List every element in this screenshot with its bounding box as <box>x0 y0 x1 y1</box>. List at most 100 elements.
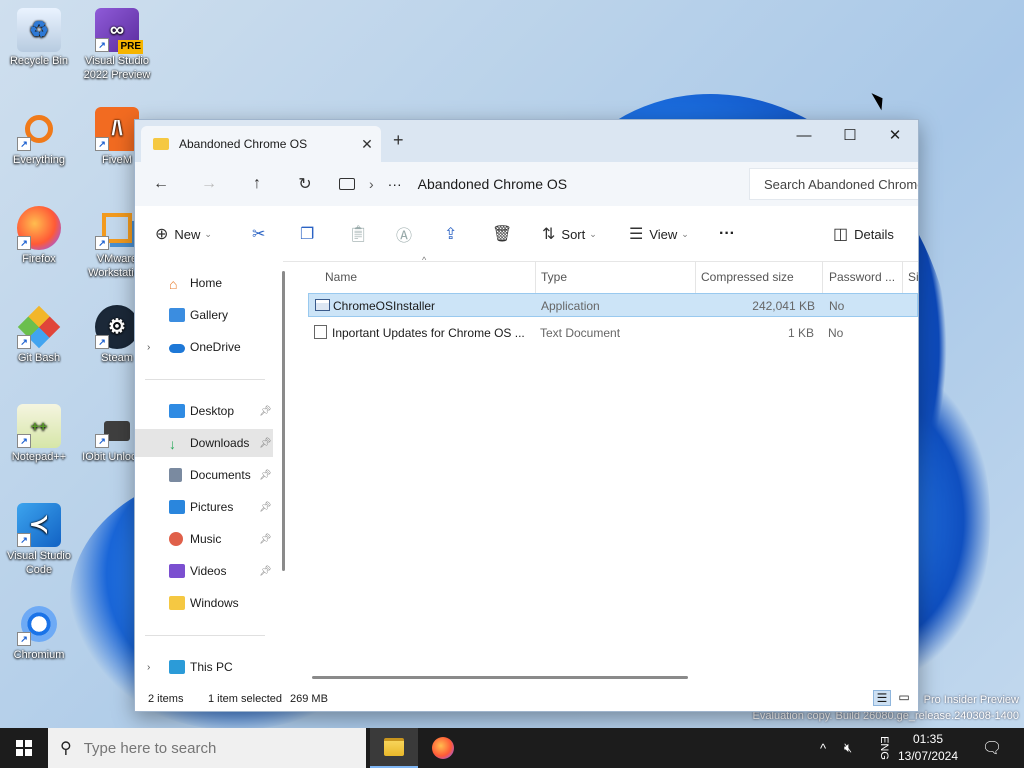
refresh-button[interactable]: ↻ <box>281 174 329 194</box>
taskbar-search[interactable]: ⚲ <box>48 728 366 768</box>
copy-icon: ❐ <box>300 226 315 243</box>
tab-title: Abandoned Chrome OS <box>179 137 308 151</box>
desktop-icon-git-bash[interactable]: ↗ Git Bash <box>1 305 77 365</box>
rename-button[interactable]: Ⓐ <box>396 224 418 245</box>
arrow-up-icon: ↑ <box>253 175 261 192</box>
notification-center-button[interactable]: 🗨︎ <box>982 728 1002 768</box>
volume-button[interactable]: 🔇︎ <box>844 728 852 768</box>
breadcrumb-current[interactable]: Abandoned Chrome OS <box>418 176 567 192</box>
nav-item-home[interactable]: ⌂ Home <box>135 269 273 297</box>
input-language-button[interactable]: ENG <box>872 728 892 768</box>
new-tab-button[interactable]: + <box>393 130 404 151</box>
column-header-type[interactable]: Type <box>541 261 567 293</box>
column-header-name[interactable]: Name <box>325 261 357 293</box>
start-button[interactable] <box>0 728 48 768</box>
nav-item-pictures[interactable]: Pictures 📌︎ <box>135 493 273 521</box>
desktop-icon-chromium[interactable]: ↗ Chromium <box>1 602 77 662</box>
nav-label: Pictures <box>190 500 234 514</box>
nav-label: Windows <box>190 596 239 610</box>
nav-label: Videos <box>190 564 227 578</box>
nav-item-windows[interactable]: Windows <box>135 589 273 617</box>
cut-button[interactable]: ✂ <box>252 224 271 244</box>
clock[interactable]: 01:35 13/07/2024 <box>896 731 960 765</box>
new-button[interactable]: ⊕ New ⌄ <box>155 224 212 244</box>
desktop-icon-visual-studio-preview[interactable]: ∞ PRE ↗ Visual Studio 2022 Preview <box>79 8 155 82</box>
pin-icon[interactable]: 📌︎ <box>259 534 272 545</box>
back-button[interactable]: ← <box>137 175 185 193</box>
table-row[interactable]: ChromeOSInstaller Application 242,041 KB… <box>308 293 918 317</box>
nav-divider <box>145 379 265 380</box>
desktop-icon-vscode[interactable]: ≺ ↗ Visual Studio Code <box>1 503 77 577</box>
nav-item-gallery[interactable]: Gallery <box>135 301 273 329</box>
copy-button[interactable]: ❐ <box>300 224 320 244</box>
taskbar-firefox[interactable] <box>419 728 467 768</box>
nav-item-music[interactable]: Music 📌︎ <box>135 525 273 553</box>
share-button[interactable]: ⇪ <box>444 224 463 244</box>
desktop-icon-notepad-plus-plus[interactable]: ++ ↗ Notepad++ <box>1 404 77 464</box>
horizontal-scrollbar[interactable] <box>312 676 688 679</box>
nav-item-downloads[interactable]: ↓ Downloads 📌︎ <box>135 429 273 457</box>
paste-button[interactable]: 📋︎ <box>348 224 374 244</box>
column-divider[interactable] <box>695 261 696 293</box>
steam-icon: ⚙ ↗ <box>95 305 139 349</box>
column-header-password[interactable]: Password ... <box>829 261 895 293</box>
address-bar[interactable]: › ··· Abandoned Chrome OS <box>339 168 735 200</box>
taskbar-search-input[interactable] <box>81 738 336 758</box>
nav-item-videos[interactable]: Videos 📌︎ <box>135 557 273 585</box>
details-view-button[interactable]: ☰ <box>873 690 891 706</box>
language-indicator: ENG <box>877 736 890 760</box>
tiles-view-button[interactable]: ▭ <box>895 690 913 706</box>
visual-studio-icon: ∞ PRE ↗ <box>95 8 143 54</box>
table-row[interactable]: Inportant Updates for Chrome OS ... Text… <box>308 321 918 345</box>
chevron-right-icon: › <box>369 176 374 192</box>
column-header-size[interactable]: Si <box>908 261 919 293</box>
tab-close-button[interactable]: ✕ <box>353 136 381 153</box>
pin-icon[interactable]: 📌︎ <box>259 438 272 449</box>
delete-button[interactable]: 🗑︎ <box>492 224 518 244</box>
column-divider[interactable] <box>902 261 903 293</box>
desktop-icon-firefox[interactable]: ↗ Firefox <box>1 206 77 266</box>
pin-icon[interactable]: 📌︎ <box>259 470 272 481</box>
nav-scrollbar[interactable] <box>282 271 285 571</box>
forward-button[interactable]: → <box>185 175 233 193</box>
chevron-right-icon[interactable]: › <box>147 342 150 353</box>
column-header-compressed-size[interactable]: Compressed size <box>701 261 794 293</box>
minimize-button[interactable]: — <box>781 120 827 150</box>
up-button[interactable]: ↑ <box>233 175 281 193</box>
breadcrumb-more[interactable]: ··· <box>388 176 402 192</box>
recycle-bin-icon: ♻ <box>17 8 61 52</box>
column-divider[interactable] <box>822 261 823 293</box>
new-label: New <box>174 226 201 242</box>
navigation-pane: ⌂ Home Gallery › OneDrive Desktop 📌︎ ↓ D… <box>135 261 283 686</box>
pin-icon[interactable]: 📌︎ <box>259 566 272 577</box>
view-button[interactable]: ☰ View ⌄ <box>629 224 689 244</box>
pin-icon[interactable]: 📌︎ <box>259 502 272 513</box>
computer-icon <box>169 660 185 674</box>
close-button[interactable]: ✕ <box>872 120 918 150</box>
chevron-right-icon[interactable]: › <box>147 662 150 673</box>
nav-item-onedrive[interactable]: › OneDrive <box>135 333 273 361</box>
desktop-icon-recycle-bin[interactable]: ♻ Recycle Bin <box>1 8 77 68</box>
show-hidden-icons-button[interactable]: ^ <box>820 728 826 768</box>
more-options-button[interactable]: ··· <box>719 224 735 244</box>
speaker-muted-icon: 🔇︎ <box>844 740 853 755</box>
sort-button[interactable]: ⇅ Sort ⌄ <box>542 224 597 244</box>
column-divider[interactable] <box>535 261 536 293</box>
desktop-icon-everything[interactable]: ↗ Everything <box>1 107 77 167</box>
taskbar-file-explorer[interactable] <box>370 728 418 768</box>
nav-item-desktop[interactable]: Desktop 📌︎ <box>135 397 273 425</box>
tab-abandoned-chrome-os[interactable]: Abandoned Chrome OS ✕ <box>141 126 381 162</box>
details-button[interactable]: ◫ Details <box>833 224 894 244</box>
file-password: No <box>828 326 844 340</box>
tiles-view-icon: ▭ <box>898 690 910 704</box>
search-box[interactable]: Search Abandoned Chrome OS <box>749 168 918 200</box>
pin-icon[interactable]: 📌︎ <box>259 406 272 417</box>
view-label: View <box>649 226 678 242</box>
nav-item-this-pc[interactable]: › This PC <box>135 653 273 681</box>
details-label: Details <box>854 226 894 242</box>
nav-item-documents[interactable]: Documents 📌︎ <box>135 461 273 489</box>
fivem-icon: /\ ↗ <box>95 107 139 151</box>
notepad-plus-plus-icon: ++ ↗ <box>17 404 61 448</box>
maximize-button[interactable]: ☐ <box>827 120 873 150</box>
download-icon: ↓ <box>169 436 176 452</box>
